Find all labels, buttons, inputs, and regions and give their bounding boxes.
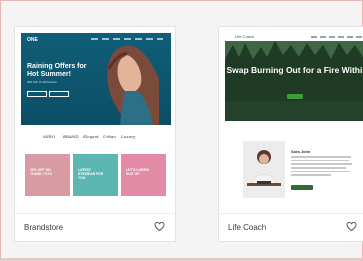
bio-name: Sara John bbox=[291, 149, 311, 154]
preview-hero: Swap Burning Out for a Fire Within bbox=[225, 41, 363, 121]
preview-promo-tiles: 20% OFF ON THANK TOYS LATEST EYEWEAR FOR… bbox=[25, 154, 167, 196]
heart-outline-icon[interactable] bbox=[154, 221, 165, 232]
template-card-brandstore[interactable]: ONE Raining Offers for Hot Summer! 25% O… bbox=[14, 26, 176, 242]
forest-photo bbox=[225, 41, 363, 121]
brand-logo: Elegant bbox=[83, 134, 99, 139]
template-name: Life Coach bbox=[228, 223, 267, 232]
preview-hero-button bbox=[27, 91, 47, 97]
heart-outline-icon[interactable] bbox=[346, 221, 357, 232]
promo-tile-title: LATEST EYEWEAR FOR YOU bbox=[78, 168, 104, 180]
promo-tile-title: LET'S LOREM SUIT UP bbox=[126, 168, 149, 176]
preview-hero-button bbox=[49, 91, 69, 97]
preview-logo: ONE bbox=[27, 37, 38, 43]
promo-tile-title: 20% OFF ON THANK TOYS bbox=[30, 168, 52, 176]
preview-hero-subtitle: 25% OFF On All Products bbox=[27, 81, 57, 84]
coach-photo bbox=[243, 141, 285, 198]
preview-brand-logos: MIRO BRAND Elegant Urban Luxury bbox=[21, 134, 171, 146]
promo-tile: 20% OFF ON THANK TOYS bbox=[25, 154, 70, 196]
template-card-life-coach[interactable]: Life Coach Swap Burning Out for a Fire W… bbox=[218, 26, 363, 242]
brand-logo: Urban bbox=[103, 134, 116, 139]
hero-wave bbox=[225, 121, 363, 127]
preview-hero-title: Swap Burning Out for a Fire Within bbox=[226, 65, 363, 75]
preview-hero-button bbox=[287, 94, 303, 99]
preview-header: Life Coach bbox=[225, 33, 363, 41]
bio-button bbox=[291, 185, 313, 190]
brand-logo: BRAND bbox=[63, 134, 79, 139]
promo-tile: LATEST EYEWEAR FOR YOU bbox=[73, 154, 118, 196]
template-preview-life-coach[interactable]: Life Coach Swap Burning Out for a Fire W… bbox=[225, 33, 363, 213]
template-preview-brandstore[interactable]: ONE Raining Offers for Hot Summer! 25% O… bbox=[21, 33, 171, 213]
preview-nav bbox=[311, 36, 363, 38]
brand-logo: MIRO bbox=[43, 134, 55, 139]
promo-tile: LET'S LOREM SUIT UP bbox=[121, 154, 166, 196]
preview-hero: ONE Raining Offers for Hot Summer! 25% O… bbox=[21, 33, 171, 125]
bio-text bbox=[291, 156, 353, 178]
card-footer: Life Coach bbox=[219, 213, 363, 241]
brand-logo: Luxury bbox=[121, 134, 136, 139]
card-footer: Brandstore bbox=[15, 213, 175, 241]
template-name: Brandstore bbox=[24, 223, 64, 232]
preview-hero-title: Raining Offers for Hot Summer! bbox=[27, 63, 87, 78]
model-photo bbox=[107, 45, 159, 125]
preview-logo: Life Coach bbox=[235, 34, 255, 39]
